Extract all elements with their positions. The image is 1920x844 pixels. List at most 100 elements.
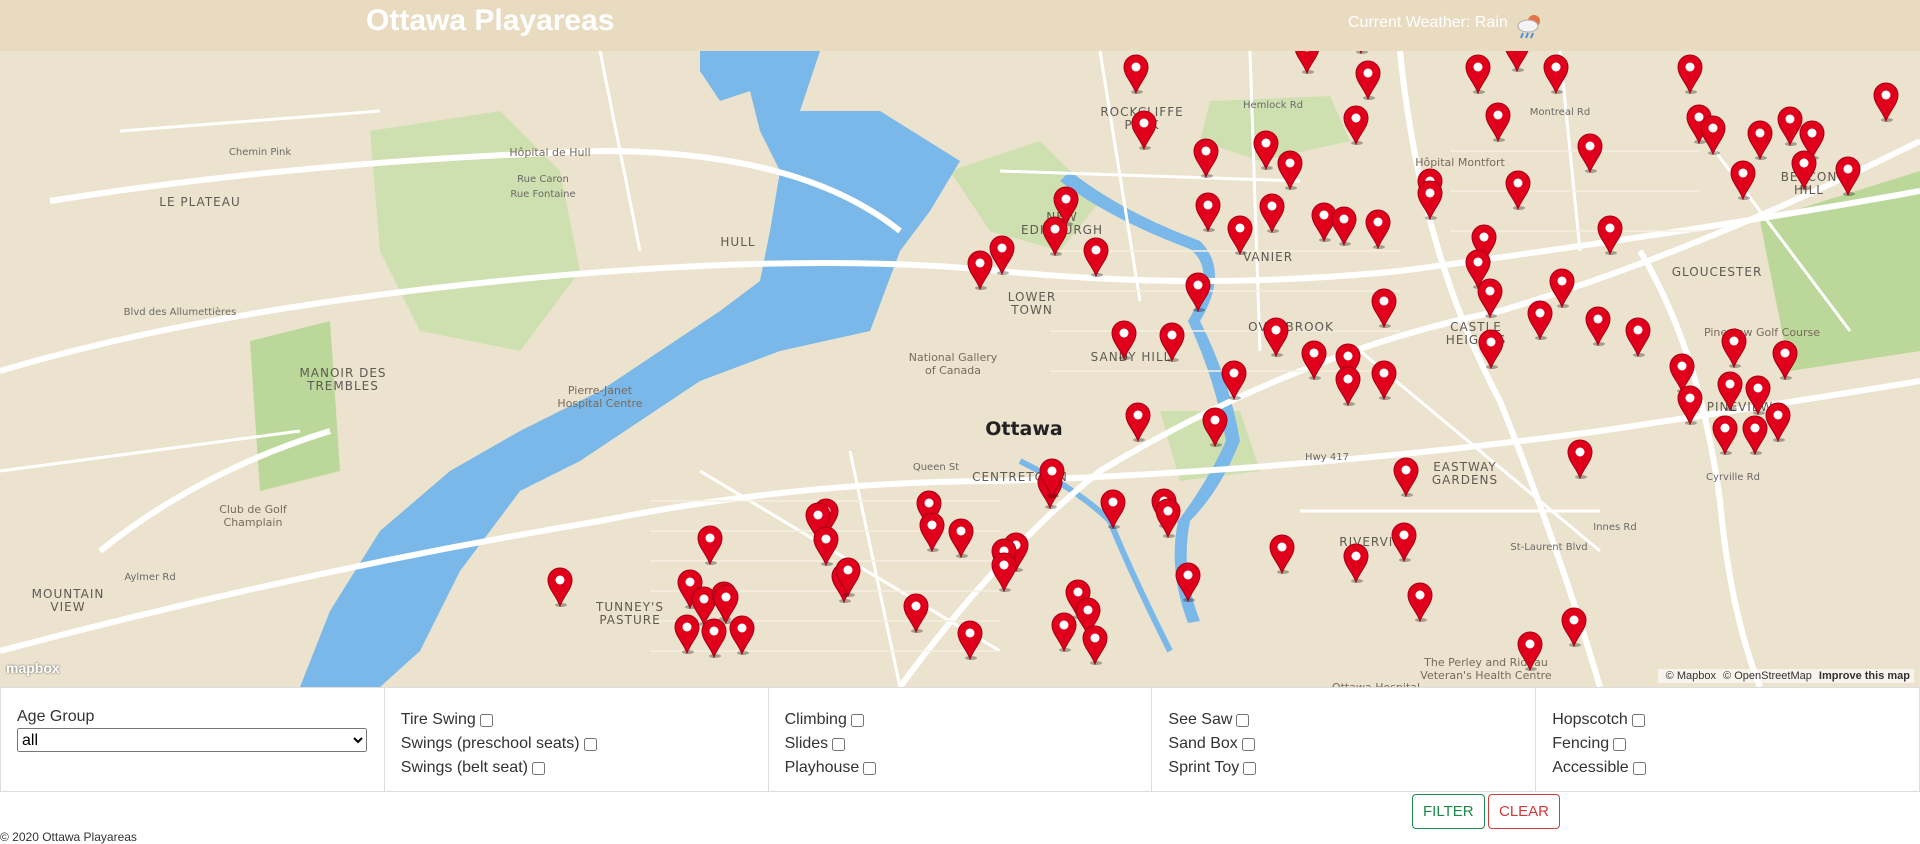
map-pin-icon[interactable] [1834, 156, 1862, 196]
map-pin-icon[interactable] [546, 567, 574, 607]
map-pin-icon[interactable] [1276, 150, 1304, 190]
map-pin-icon[interactable] [1192, 138, 1220, 178]
fencing-checkbox[interactable] [1613, 737, 1627, 751]
map-pin-icon[interactable] [1746, 120, 1774, 160]
map-pin-icon[interactable] [1416, 180, 1444, 220]
map-canvas[interactable]: Hôpital de Hull LE PLATEAU HULL MANOIR DES T… [0, 51, 1920, 687]
map-pin-icon[interactable] [1624, 317, 1652, 357]
mapbox-logo[interactable]: mapbox [6, 660, 60, 676]
swings-preschool-checkbox[interactable] [583, 737, 597, 751]
filter-row-slides[interactable]: Slides [785, 732, 1152, 756]
map-pin-icon[interactable] [1184, 272, 1212, 312]
map-pin-icon[interactable] [1364, 209, 1392, 249]
map-pin-icon[interactable] [1099, 489, 1127, 529]
map-pin-icon[interactable] [1596, 215, 1624, 255]
filter-button[interactable]: FILTER [1412, 794, 1485, 829]
map-pin-icon[interactable] [1676, 54, 1704, 94]
map-pin-icon[interactable] [1729, 160, 1757, 200]
map-pin-icon[interactable] [1220, 360, 1248, 400]
map-pin-icon[interactable] [1342, 543, 1370, 583]
map-pin-icon[interactable] [1526, 300, 1554, 340]
map-pin-icon[interactable] [1720, 328, 1748, 368]
map-pin-icon[interactable] [1771, 340, 1799, 380]
map-pin-icon[interactable] [1041, 216, 1069, 256]
map-pin-icon[interactable] [947, 518, 975, 558]
map-pin-icon[interactable] [1406, 582, 1434, 622]
map-pin-icon[interactable] [1476, 278, 1504, 318]
map-pin-icon[interactable] [1194, 192, 1222, 232]
map-pin-icon[interactable] [1741, 415, 1769, 455]
map-pin-icon[interactable] [1872, 82, 1900, 122]
map-pin-icon[interactable] [1038, 458, 1066, 498]
map-pin-icon[interactable] [1347, 51, 1375, 54]
filter-row-climbing[interactable]: Climbing [785, 708, 1152, 732]
sprint-toy-checkbox[interactable] [1243, 761, 1257, 775]
map-pin-icon[interactable] [1154, 498, 1182, 538]
map-pin-icon[interactable] [1050, 612, 1078, 652]
sand-box-checkbox[interactable] [1241, 737, 1255, 751]
map-pin-icon[interactable] [1201, 407, 1229, 447]
map-pin-icon[interactable] [1293, 51, 1321, 74]
map-pin-icon[interactable] [1081, 625, 1109, 665]
map-pin-icon[interactable] [1300, 340, 1328, 380]
attribution-osm-link[interactable]: © OpenStreetMap [1723, 670, 1812, 682]
map-pin-icon[interactable] [1477, 329, 1505, 369]
map-pin-icon[interactable] [1390, 522, 1418, 562]
map-pin-icon[interactable] [1503, 51, 1531, 72]
map-pin-icon[interactable] [1268, 534, 1296, 574]
map-pin-icon[interactable] [1542, 54, 1570, 94]
improve-map-link[interactable]: Improve this map [1819, 670, 1910, 682]
climbing-checkbox[interactable] [850, 713, 864, 727]
map-pin-icon[interactable] [1110, 320, 1138, 360]
age-group-select[interactable]: all [17, 728, 367, 752]
filter-row-hopscotch[interactable]: Hopscotch [1552, 708, 1919, 732]
map-pin-icon[interactable] [1576, 133, 1604, 173]
map-pin-icon[interactable] [1464, 54, 1492, 94]
map-pin-icon[interactable] [1370, 360, 1398, 400]
map-pin-icon[interactable] [1392, 457, 1420, 497]
filter-row-sand-box[interactable]: Sand Box [1168, 732, 1535, 756]
attribution-mapbox-link[interactable]: © Mapbox [1666, 670, 1716, 682]
map-pin-icon[interactable] [990, 552, 1018, 592]
map-pin-icon[interactable] [1676, 385, 1704, 425]
map-pin-icon[interactable] [1082, 237, 1110, 277]
filter-row-accessible[interactable]: Accessible [1552, 756, 1919, 780]
map-pin-icon[interactable] [1504, 170, 1532, 210]
playhouse-checkbox[interactable] [863, 761, 877, 775]
filter-row-see-saw[interactable]: See Saw [1168, 708, 1535, 732]
map-pin-icon[interactable] [1130, 110, 1158, 150]
map-pin-icon[interactable] [1699, 115, 1727, 155]
map-pin-icon[interactable] [1174, 562, 1202, 602]
map-pin-icon[interactable] [1790, 150, 1818, 190]
map-pin-icon[interactable] [834, 557, 862, 597]
map-pin-icon[interactable] [673, 614, 701, 654]
hopscotch-checkbox[interactable] [1631, 713, 1645, 727]
map-pin-icon[interactable] [1124, 402, 1152, 442]
map-pin-icon[interactable] [1334, 366, 1362, 406]
filter-row-playhouse[interactable]: Playhouse [785, 756, 1152, 780]
map-pin-icon[interactable] [918, 512, 946, 552]
map-pin-icon[interactable] [1158, 322, 1186, 362]
map-pin-icon[interactable] [696, 525, 724, 565]
map-pin-icon[interactable] [1566, 439, 1594, 479]
filter-row-sprint-toy[interactable]: Sprint Toy [1168, 756, 1535, 780]
filter-row-swings-preschool[interactable]: Swings (preschool seats) [401, 732, 768, 756]
map-pin-icon[interactable] [1342, 105, 1370, 145]
map-pin-icon[interactable] [1330, 206, 1358, 246]
map-pin-icon[interactable] [966, 250, 994, 290]
map-pin-icon[interactable] [1226, 215, 1254, 255]
map-pin-icon[interactable] [1516, 631, 1544, 671]
map-pin-icon[interactable] [956, 620, 984, 660]
filter-row-fencing[interactable]: Fencing [1552, 732, 1919, 756]
map-pin-icon[interactable] [1258, 193, 1286, 233]
filter-row-tire-swing[interactable]: Tire Swing [401, 708, 768, 732]
tire-swing-checkbox[interactable] [479, 713, 493, 727]
filter-row-swings-belt[interactable]: Swings (belt seat) [401, 756, 768, 780]
map-pin-icon[interactable] [1484, 102, 1512, 142]
accessible-checkbox[interactable] [1632, 761, 1646, 775]
map-pin-icon[interactable] [1716, 371, 1744, 411]
see-saw-checkbox[interactable] [1236, 713, 1250, 727]
map-pin-icon[interactable] [1122, 54, 1150, 94]
slides-checkbox[interactable] [832, 737, 846, 751]
swings-belt-checkbox[interactable] [531, 761, 545, 775]
